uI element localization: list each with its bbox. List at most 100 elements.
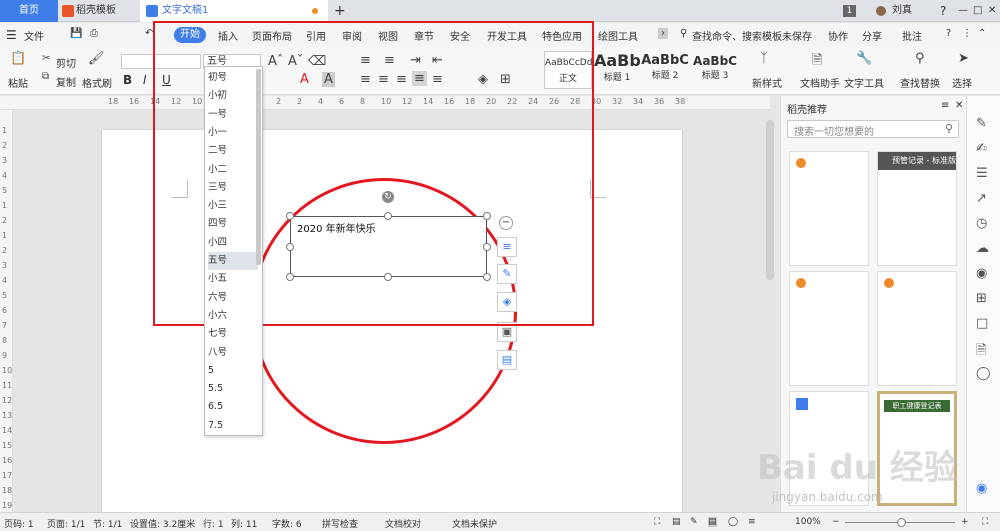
font-size-option[interactable]: 二号 (208, 142, 258, 160)
maximize-icon[interactable]: □ (973, 0, 982, 22)
edit-icon[interactable]: ✍ (976, 141, 987, 156)
font-size-option[interactable]: 七号 (208, 325, 258, 343)
page-view-icon[interactable]: ▤ (708, 517, 717, 527)
zoom-out-icon[interactable]: − (832, 517, 840, 527)
pen-icon[interactable]: ✎ (976, 116, 987, 131)
font-size-option[interactable]: 六号 (208, 289, 258, 307)
text-tools-button[interactable]: 文字工具 (844, 75, 884, 90)
font-size-option[interactable]: 小初 (208, 87, 258, 105)
vertical-scrollbar[interactable] (766, 120, 774, 280)
command-search[interactable]: 查找命令、搜索模板 (692, 28, 782, 43)
fit-icon[interactable]: ⛶ (982, 517, 988, 527)
tab-document[interactable]: 文字文稿1 (140, 0, 328, 22)
document-icon[interactable]: 🗎 (976, 341, 986, 363)
fullscreen-icon[interactable]: ⛶ (654, 517, 660, 527)
doc-helper-button[interactable]: 文档助手 (800, 75, 840, 90)
proofread-button[interactable]: 文档校对 (385, 517, 421, 530)
comment-icon[interactable]: ◯ (976, 366, 991, 381)
dropdown-scrollbar[interactable] (256, 69, 261, 265)
location-icon[interactable]: ◉ (976, 266, 987, 281)
minimize-icon[interactable]: — (958, 0, 968, 22)
export-icon[interactable]: ↗ (976, 191, 987, 206)
cut-button[interactable]: 剪切 (56, 55, 76, 70)
sliders-icon[interactable]: ☰ (976, 166, 988, 181)
new-tab-button[interactable]: + (334, 0, 346, 22)
history-icon[interactable]: ◷ (976, 216, 987, 231)
zoom-slider-handle[interactable] (897, 518, 906, 527)
font-size-option[interactable]: 小二 (208, 161, 258, 179)
avatar[interactable] (876, 6, 886, 16)
share-button[interactable]: 分享 (862, 28, 882, 43)
protection-status[interactable]: 文档未保护 (452, 517, 497, 530)
find-replace-button[interactable]: 查找替换 (900, 75, 940, 90)
zoom-level[interactable]: 100% (795, 517, 821, 527)
help-bubble-icon[interactable]: ◉ (976, 481, 987, 496)
layout-icon[interactable]: □ (976, 316, 988, 331)
more-icon[interactable]: ⋮ (962, 28, 972, 39)
font-size-option[interactable]: 小三 (208, 197, 258, 215)
text-wrap-icon[interactable]: ▤ (497, 350, 517, 370)
font-size-option[interactable]: 八号 (208, 344, 258, 362)
tab-drawing-tools[interactable]: 绘图工具 (598, 28, 638, 43)
font-size-option[interactable]: 5.5 (208, 380, 258, 398)
close-icon[interactable]: ✕ (988, 0, 996, 22)
template-thumbnail[interactable]: 预管记录 - 标准版 (877, 151, 957, 266)
select-button[interactable]: 选择 (952, 75, 972, 90)
help-button[interactable]: ? (940, 0, 946, 22)
font-size-option[interactable]: 三号 (208, 179, 258, 197)
template-thumbnail[interactable] (789, 271, 869, 386)
font-size-option[interactable]: 小四 (208, 234, 258, 252)
spell-check-button[interactable]: 拼写检查 (322, 517, 358, 530)
font-size-option[interactable]: 7.5 (208, 417, 258, 435)
template-thumbnail[interactable] (789, 151, 869, 266)
style-heading-1[interactable]: AaBb 标题 1 (594, 51, 641, 89)
font-size-option[interactable]: 小六 (208, 307, 258, 325)
collab-button[interactable]: 协作 (828, 28, 848, 43)
vertical-ruler[interactable]: 1 2 3 4 5 1 2 1 2 3 4 5 6 7 8 9 10 11 12 13 14 15 16 17 18 19 (0, 110, 13, 512)
annotate-button[interactable]: 批注 (902, 28, 922, 43)
hamburger-icon[interactable]: ☰ (6, 28, 17, 42)
ruler-number: 13 (2, 411, 13, 420)
collapse-ribbon-icon[interactable]: ⌃ (978, 28, 986, 39)
outline-view-icon[interactable]: ≡ (748, 517, 756, 527)
zoom-in-icon[interactable]: + (961, 517, 969, 527)
cloud-icon[interactable]: ☁ (976, 241, 989, 256)
new-style-button[interactable]: 新样式 (752, 75, 782, 90)
file-menu[interactable]: 文件 (24, 28, 44, 43)
template-search-input[interactable]: 搜索一切您想要的 ⚲ (787, 120, 959, 138)
ruler-number: 18 (108, 97, 119, 106)
bold-button[interactable]: B (123, 73, 132, 87)
panel-close-icon[interactable]: ✕ (955, 100, 963, 111)
print-icon[interactable]: ⎙ (90, 28, 98, 39)
user-name[interactable]: 刘真 (892, 0, 912, 22)
web-view-icon[interactable]: ◯ (728, 517, 738, 527)
font-size-option[interactable]: 五号 (208, 252, 258, 270)
copy-button[interactable]: 复制 (56, 74, 76, 89)
font-size-option[interactable]: 5 (208, 362, 258, 380)
italic-button[interactable]: I (143, 73, 147, 87)
scroll-tabs-icon[interactable]: › (658, 28, 668, 39)
font-size-option[interactable]: 四号 (208, 215, 258, 233)
ribbon-help-icon[interactable]: ? (946, 28, 951, 39)
font-size-option[interactable]: 6.5 (208, 398, 258, 416)
save-icon[interactable]: 💾 (70, 28, 82, 39)
font-size-option[interactable]: 初号 (208, 69, 258, 87)
style-heading-2[interactable]: AaBbC 标题 2 (641, 51, 689, 89)
font-size-option[interactable]: 一号 (208, 106, 258, 124)
table-icon[interactable]: ⊞ (976, 291, 987, 306)
format-painter-button[interactable]: 格式刷 (82, 75, 112, 90)
panel-menu-icon[interactable]: ≡ (941, 100, 949, 111)
font-size-dropdown[interactable]: 初号 小初 一号 小一 二号 小二 三号 小三 四号 小四 五号 小五 六号 小六 七号 八号 5 5.5 6.5 7… (204, 66, 263, 436)
unsaved-status[interactable]: 未保存 (782, 28, 812, 43)
read-mode-icon[interactable]: ▤ (672, 517, 681, 527)
write-mode-icon[interactable]: ✎ (690, 517, 698, 527)
tab-docer-templates[interactable]: 稻壳模板 (58, 0, 138, 22)
tab-home[interactable]: 首页 (0, 0, 58, 22)
template-thumbnail[interactable] (877, 271, 957, 386)
style-heading-3[interactable]: AaBbC 标题 3 (690, 51, 740, 89)
paste-button[interactable]: 粘贴 (8, 75, 28, 90)
font-size-option[interactable]: 小五 (208, 270, 258, 288)
word-count[interactable]: 字数: 6 (272, 517, 302, 530)
font-size-option[interactable]: 小一 (208, 124, 258, 142)
unsaved-dot-icon (312, 8, 318, 14)
